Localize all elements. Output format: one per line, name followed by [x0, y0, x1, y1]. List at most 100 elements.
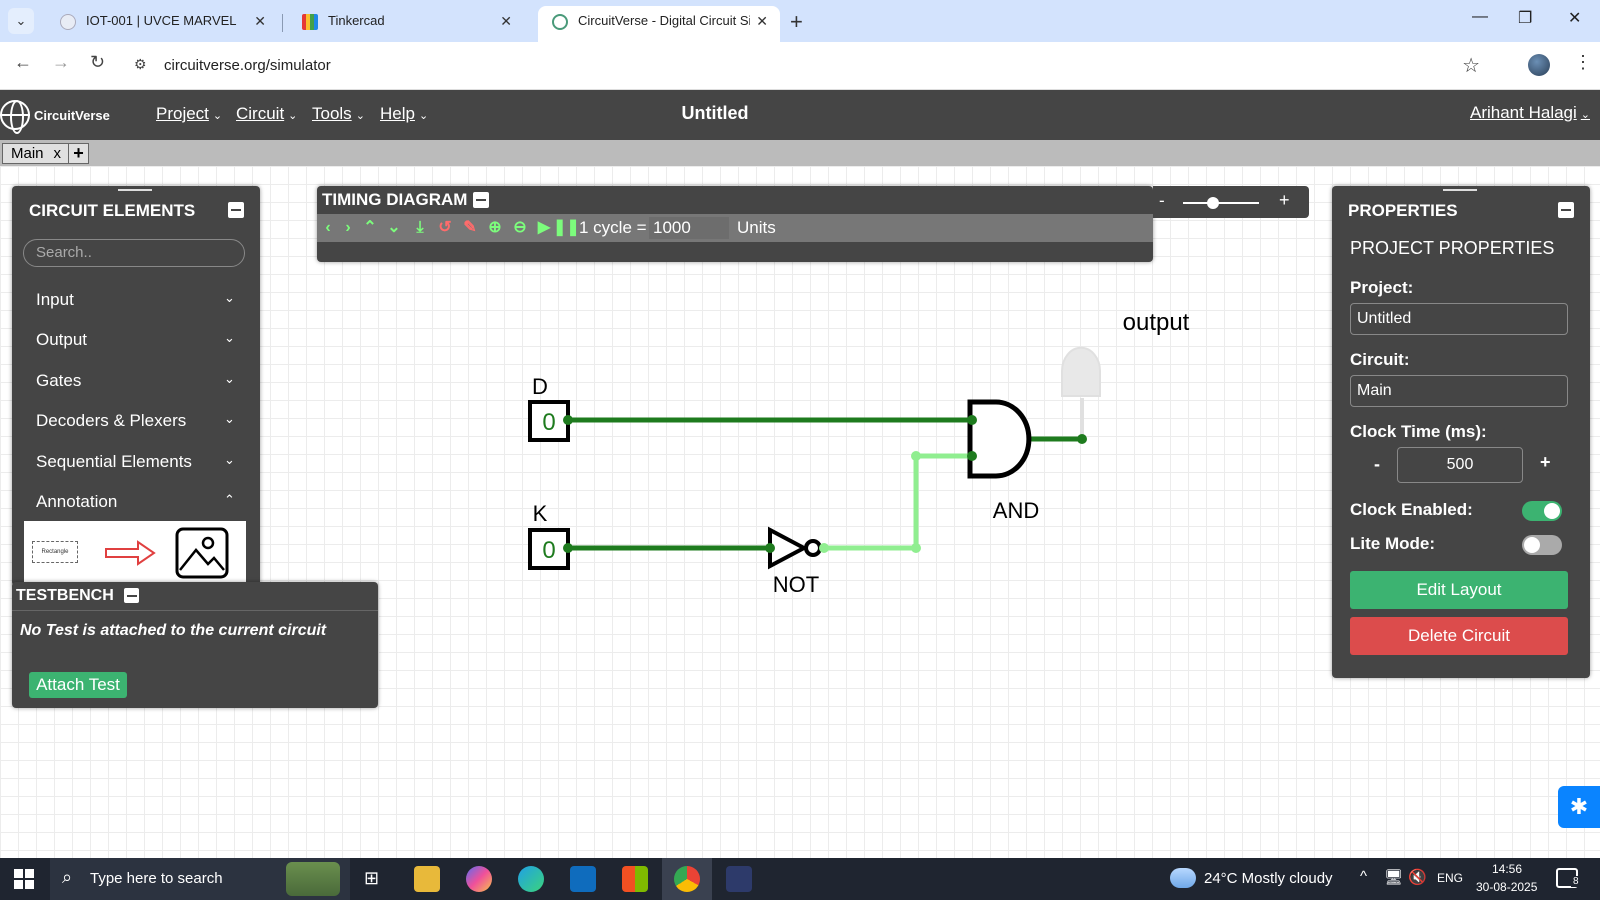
chevron-down-icon[interactable]: ⌄ — [224, 411, 235, 427]
project-name-input[interactable]: Untitled — [1350, 303, 1568, 335]
close-tab-icon[interactable]: ✕ — [756, 6, 768, 36]
category-sequential[interactable]: Sequential Elements — [36, 452, 192, 472]
delete-circuit-button[interactable]: Delete Circuit — [1350, 617, 1568, 655]
tab-search-dropdown-icon[interactable]: ⌄ — [8, 8, 34, 34]
output-led[interactable] — [1061, 346, 1101, 397]
chevron-up-icon[interactable]: ⌃ — [359, 217, 381, 239]
category-decoders-plexers[interactable]: Decoders & Plexers — [36, 411, 186, 431]
zoom-in-button[interactable]: + — [1279, 190, 1290, 211]
browser-tab-circuitverse[interactable]: CircuitVerse - Digital Circuit Sim ✕ — [538, 6, 780, 42]
category-annotation[interactable]: Annotation — [36, 492, 117, 512]
close-tab-icon[interactable]: ✕ — [254, 6, 266, 36]
chevron-down-icon[interactable]: ⌄ — [383, 217, 405, 239]
category-output[interactable]: Output — [36, 330, 87, 350]
close-tab-icon[interactable]: ✕ — [500, 6, 512, 36]
network-icon[interactable]: 🖥 — [1384, 868, 1403, 886]
chrome-icon[interactable] — [674, 866, 700, 892]
rectangle-annotation[interactable]: Rectangle — [32, 541, 78, 563]
browser-tab-tinkercad[interactable]: Tinkercad ✕ — [288, 6, 524, 42]
drag-handle[interactable] — [118, 189, 152, 191]
edit-layout-button[interactable]: Edit Layout — [1350, 571, 1568, 609]
chevron-left-icon[interactable]: ‹ — [317, 217, 339, 239]
user-menu[interactable]: Arihant Halagi ⌄ — [1470, 103, 1590, 123]
minimize-panel-icon[interactable] — [228, 202, 244, 218]
star-icon[interactable]: ☆ — [1462, 53, 1480, 78]
and-gate-input-node[interactable] — [967, 451, 977, 461]
windows-start-icon[interactable] — [14, 869, 34, 889]
zoom-out-button[interactable]: - — [1159, 191, 1165, 211]
restore-icon[interactable]: ❐ — [1518, 8, 1532, 28]
chevron-down-icon[interactable]: ⌄ — [224, 290, 235, 306]
task-view-icon[interactable]: ⊞ — [364, 868, 379, 889]
search-highlight-icon[interactable] — [286, 862, 340, 896]
edge-icon[interactable] — [518, 866, 544, 892]
and-gate-input-node[interactable] — [967, 415, 977, 425]
circuit-name-input[interactable]: Main — [1350, 375, 1568, 407]
url-text[interactable]: circuitverse.org/simulator — [164, 57, 331, 74]
clock-decrement-button[interactable]: - — [1374, 454, 1380, 475]
chevron-down-icon[interactable]: ⌄ — [224, 330, 235, 346]
close-circuit-tab-icon[interactable]: x — [54, 145, 62, 162]
back-arrow-icon[interactable]: ← — [14, 52, 32, 73]
reset-icon[interactable]: ↺ — [434, 217, 456, 239]
bug-report-icon[interactable]: ✱ — [1558, 786, 1600, 828]
arrow-icon[interactable] — [104, 539, 156, 567]
not-gate-output-node[interactable] — [819, 543, 829, 553]
clock-time[interactable]: 14:56 — [1492, 862, 1522, 876]
play-icon[interactable]: ▶ — [533, 217, 555, 239]
add-circuit-tab-button[interactable]: + — [68, 143, 89, 164]
reload-icon[interactable]: ↻ — [90, 52, 105, 73]
minimize-panel-icon[interactable] — [124, 588, 139, 603]
copilot-icon[interactable] — [466, 866, 492, 892]
site-settings-icon[interactable]: ⚙ — [134, 56, 147, 73]
wire-not-to-and[interactable] — [824, 453, 972, 551]
taskbar-search[interactable]: ⌕ Type here to search — [50, 858, 350, 900]
minimize-panel-icon[interactable] — [1558, 202, 1574, 218]
new-tab-icon[interactable]: + — [790, 9, 803, 35]
drag-handle[interactable] — [1443, 189, 1477, 191]
attach-test-button[interactable]: Attach Test — [29, 672, 127, 698]
input-d-node[interactable] — [563, 415, 573, 425]
chevron-right-icon[interactable]: › — [337, 217, 359, 239]
pencil-icon[interactable]: ✎ — [459, 217, 481, 239]
search-input[interactable]: Search.. — [23, 239, 245, 267]
category-gates[interactable]: Gates — [36, 371, 81, 391]
weather-cloud-icon[interactable] — [1170, 868, 1196, 888]
outlook-icon[interactable] — [570, 866, 596, 892]
zoom-in-icon[interactable]: ⊕ — [484, 217, 506, 239]
wire-joint[interactable] — [911, 451, 921, 461]
chevron-up-icon[interactable]: ⌃ — [224, 492, 235, 508]
chevron-down-icon[interactable]: ⌄ — [224, 452, 235, 468]
zoom-out-icon[interactable]: ⊖ — [509, 217, 531, 239]
and-gate-output-node[interactable] — [1077, 434, 1087, 444]
forward-arrow-icon[interactable]: → — [52, 52, 70, 73]
clock-enabled-toggle[interactable] — [1522, 501, 1562, 521]
zoom-slider-knob[interactable] — [1207, 197, 1219, 209]
language-indicator[interactable]: ENG — [1437, 871, 1463, 885]
clock-increment-button[interactable]: + — [1540, 452, 1551, 473]
not-gate-input-node[interactable] — [765, 543, 775, 553]
zoom-slider[interactable] — [1183, 202, 1259, 204]
file-explorer-icon[interactable] — [414, 866, 440, 892]
cycle-units-input[interactable]: 1000 — [649, 217, 729, 239]
download-icon[interactable]: ⤓ — [409, 217, 431, 239]
browser-tab-iot[interactable]: IOT-001 | UVCE MARVEL ✕ — [46, 6, 278, 42]
minimize-icon[interactable]: — — [1472, 8, 1488, 26]
microsoft-store-icon[interactable] — [622, 866, 648, 892]
tray-chevron-up-icon[interactable]: ^ — [1360, 868, 1367, 885]
input-k-node[interactable] — [563, 543, 573, 553]
profile-avatar[interactable] — [1528, 54, 1550, 76]
image-icon[interactable] — [174, 526, 230, 580]
lite-mode-toggle[interactable] — [1522, 535, 1562, 555]
pause-icon[interactable]: ❚❚ — [553, 217, 580, 239]
volume-muted-icon[interactable]: 🔇 — [1408, 868, 1427, 886]
minimize-panel-icon[interactable] — [473, 192, 489, 208]
url-omnibox[interactable]: ⚙ circuitverse.org/simulator ☆ — [124, 48, 1496, 82]
category-input[interactable]: Input — [36, 290, 74, 310]
and-gate-body[interactable] — [967, 399, 1032, 479]
clock-date[interactable]: 30-08-2025 — [1476, 880, 1537, 894]
close-icon[interactable]: ✕ — [1568, 8, 1581, 28]
circuit-tab-main[interactable]: Main x — [2, 143, 71, 164]
weather-text[interactable]: 24°C Mostly cloudy — [1204, 870, 1333, 887]
not-gate-body[interactable] — [768, 526, 809, 570]
